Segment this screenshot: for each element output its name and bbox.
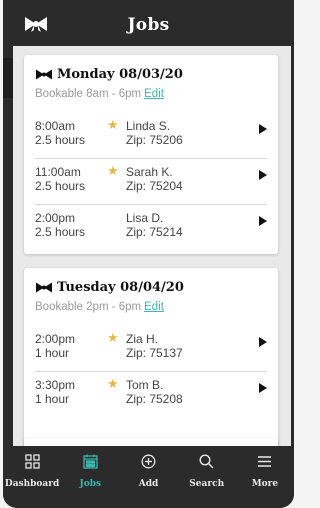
nav-add[interactable]: Add (119, 446, 177, 508)
job-duration: 1 hour (35, 346, 70, 360)
page-title: Jobs (127, 15, 170, 35)
client-zip: Zip: 75204 (126, 179, 183, 193)
day-card-peek (24, 438, 278, 446)
job-duration: 2.5 hours (35, 179, 86, 193)
job-duration: 2.5 hours (35, 225, 86, 239)
star-icon: ★ (107, 330, 119, 345)
client-name: Lisa D. (126, 211, 164, 225)
search-icon (199, 454, 214, 469)
job-row[interactable]: 2:00pm 1 hour ★ Zia H. Zip: 75137 (35, 326, 267, 372)
nav-search[interactable]: Search (178, 446, 236, 508)
jobs-list[interactable]: Monday 08/03/20 Bookable 8am - 6pm Edit 8… (13, 46, 291, 446)
nav-label: Jobs (79, 479, 102, 489)
job-row[interactable]: 2:00pm 2.5 hours Lisa D. Zip: 75214 (35, 205, 267, 251)
bookable-text: Bookable 8am - 6pm (35, 88, 142, 100)
grid-icon (24, 454, 40, 469)
job-row[interactable]: 3:30pm 1 hour ★ Tom B. Zip: 75208 (35, 372, 267, 418)
star-icon: ★ (107, 117, 119, 132)
day-card: Monday 08/03/20 Bookable 8am - 6pm Edit 8… (24, 55, 278, 254)
job-duration: 1 hour (35, 392, 70, 406)
plus-circle-icon (141, 454, 156, 469)
bookable-hours: Bookable 2pm - 6pm Edit (35, 301, 164, 313)
edit-link[interactable]: Edit (144, 88, 164, 100)
nav-label: More (251, 479, 279, 489)
star-icon: ★ (107, 376, 119, 391)
app-header: Jobs (3, 0, 294, 50)
bow-icon (36, 69, 52, 80)
client-name: Sarah K. (126, 165, 173, 179)
bookable-text: Bookable 2pm - 6pm (35, 301, 142, 313)
play-arrow-icon[interactable] (259, 170, 267, 180)
nav-label: Search (189, 479, 225, 489)
job-time: 8:00am (35, 119, 76, 133)
client-name: Linda S. (126, 119, 171, 133)
client-zip: Zip: 75137 (126, 346, 183, 360)
nav-dashboard[interactable]: Dashboard (3, 446, 61, 508)
play-arrow-icon[interactable] (259, 216, 267, 226)
star-icon: ★ (107, 163, 119, 178)
bookable-hours: Bookable 8am - 6pm Edit (35, 88, 164, 100)
job-row[interactable]: 11:00am 2.5 hours ★ Sarah K. Zip: 75204 (35, 159, 267, 205)
calendar-icon (83, 454, 98, 469)
nav-jobs[interactable]: Jobs (61, 446, 119, 508)
day-label: Tuesday 08/04/20 (57, 280, 184, 295)
nav-label: Dashboard (4, 479, 60, 489)
client-zip: Zip: 75208 (126, 392, 183, 406)
edit-link[interactable]: Edit (144, 301, 164, 313)
day-label: Monday 08/03/20 (57, 67, 183, 82)
play-arrow-icon[interactable] (259, 124, 267, 134)
nav-label: Add (138, 479, 159, 489)
bottom-nav: Dashboard Jobs Add Search More (3, 446, 294, 508)
job-row[interactable]: 8:00am 2.5 hours ★ Linda S. Zip: 75206 (35, 113, 267, 159)
job-time: 3:30pm (35, 378, 76, 392)
day-card: Tuesday 08/04/20 Bookable 2pm - 6pm Edit … (24, 268, 278, 446)
client-zip: Zip: 75214 (126, 225, 183, 239)
app-frame: Jobs Monday 08/03/20 Bookable 8am - 6pm E… (3, 0, 294, 508)
day-heading: Monday 08/03/20 (35, 67, 183, 82)
bow-icon[interactable] (23, 16, 49, 32)
day-heading: Tuesday 08/04/20 (35, 280, 184, 295)
play-arrow-icon[interactable] (259, 383, 267, 393)
job-time: 2:00pm (35, 332, 76, 346)
menu-icon (258, 456, 272, 467)
play-arrow-icon[interactable] (259, 337, 267, 347)
client-zip: Zip: 75206 (126, 133, 183, 147)
bow-icon (36, 282, 52, 293)
job-duration: 2.5 hours (35, 133, 86, 147)
client-name: Zia H. (126, 332, 159, 346)
job-time: 11:00am (35, 165, 81, 179)
job-time: 2:00pm (35, 211, 76, 225)
client-name: Tom B. (126, 378, 164, 392)
nav-more[interactable]: More (236, 446, 294, 508)
